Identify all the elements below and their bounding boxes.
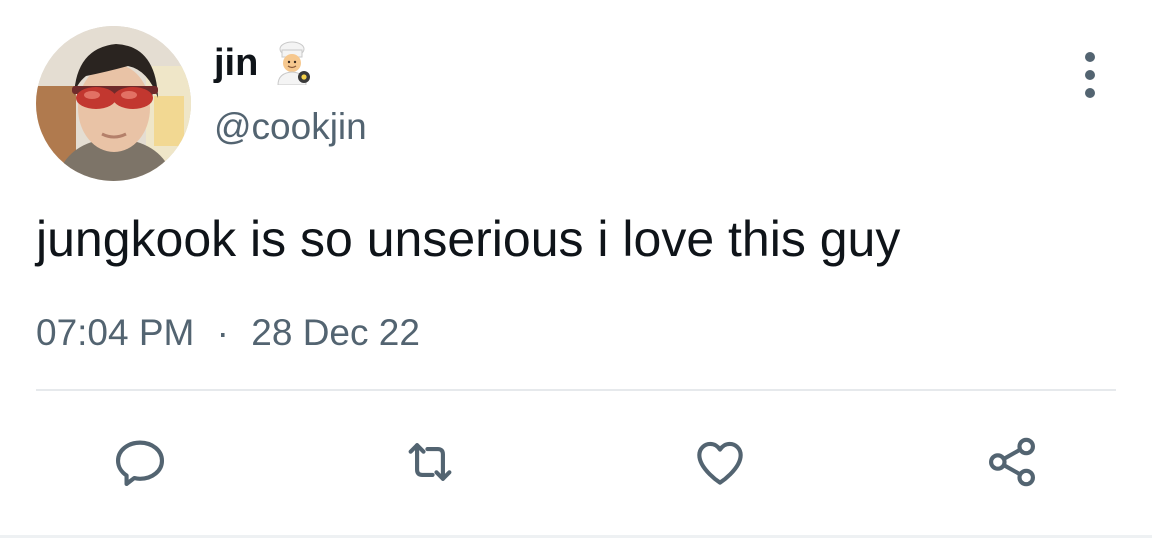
share-button[interactable] bbox=[980, 430, 1044, 494]
more-options-button[interactable] bbox=[1068, 52, 1112, 98]
tweet-card: jin @cookjin jungkook is so unserious i … bbox=[0, 0, 1152, 555]
retweet-button[interactable] bbox=[398, 430, 462, 494]
divider bbox=[36, 389, 1116, 391]
author-handle[interactable]: @cookjin bbox=[214, 104, 367, 150]
retweet-icon bbox=[408, 443, 452, 481]
vertical-dots-icon bbox=[1085, 52, 1095, 62]
vertical-dots-icon bbox=[1085, 70, 1095, 80]
tweet-date: 28 Dec 22 bbox=[251, 312, 420, 353]
tweet-time: 07:04 PM bbox=[36, 312, 195, 353]
heart-icon bbox=[697, 441, 743, 485]
speech-bubble-icon bbox=[115, 440, 165, 487]
reply-button[interactable] bbox=[108, 430, 172, 494]
bottom-divider bbox=[0, 535, 1152, 538]
vertical-dots-icon bbox=[1085, 88, 1095, 98]
timestamp-separator: · bbox=[216, 312, 229, 353]
timestamp[interactable]: 07:04 PM · 28 Dec 22 bbox=[36, 310, 420, 356]
avatar-photo bbox=[36, 26, 191, 181]
display-name[interactable]: jin bbox=[214, 41, 258, 85]
like-button[interactable] bbox=[688, 430, 752, 494]
avatar[interactable] bbox=[36, 26, 191, 181]
author-name-row[interactable]: jin bbox=[214, 38, 314, 88]
cook-emoji-icon bbox=[277, 41, 311, 85]
tweet-text: jungkook is so unserious i love this guy bbox=[36, 211, 901, 267]
share-icon bbox=[989, 437, 1035, 487]
